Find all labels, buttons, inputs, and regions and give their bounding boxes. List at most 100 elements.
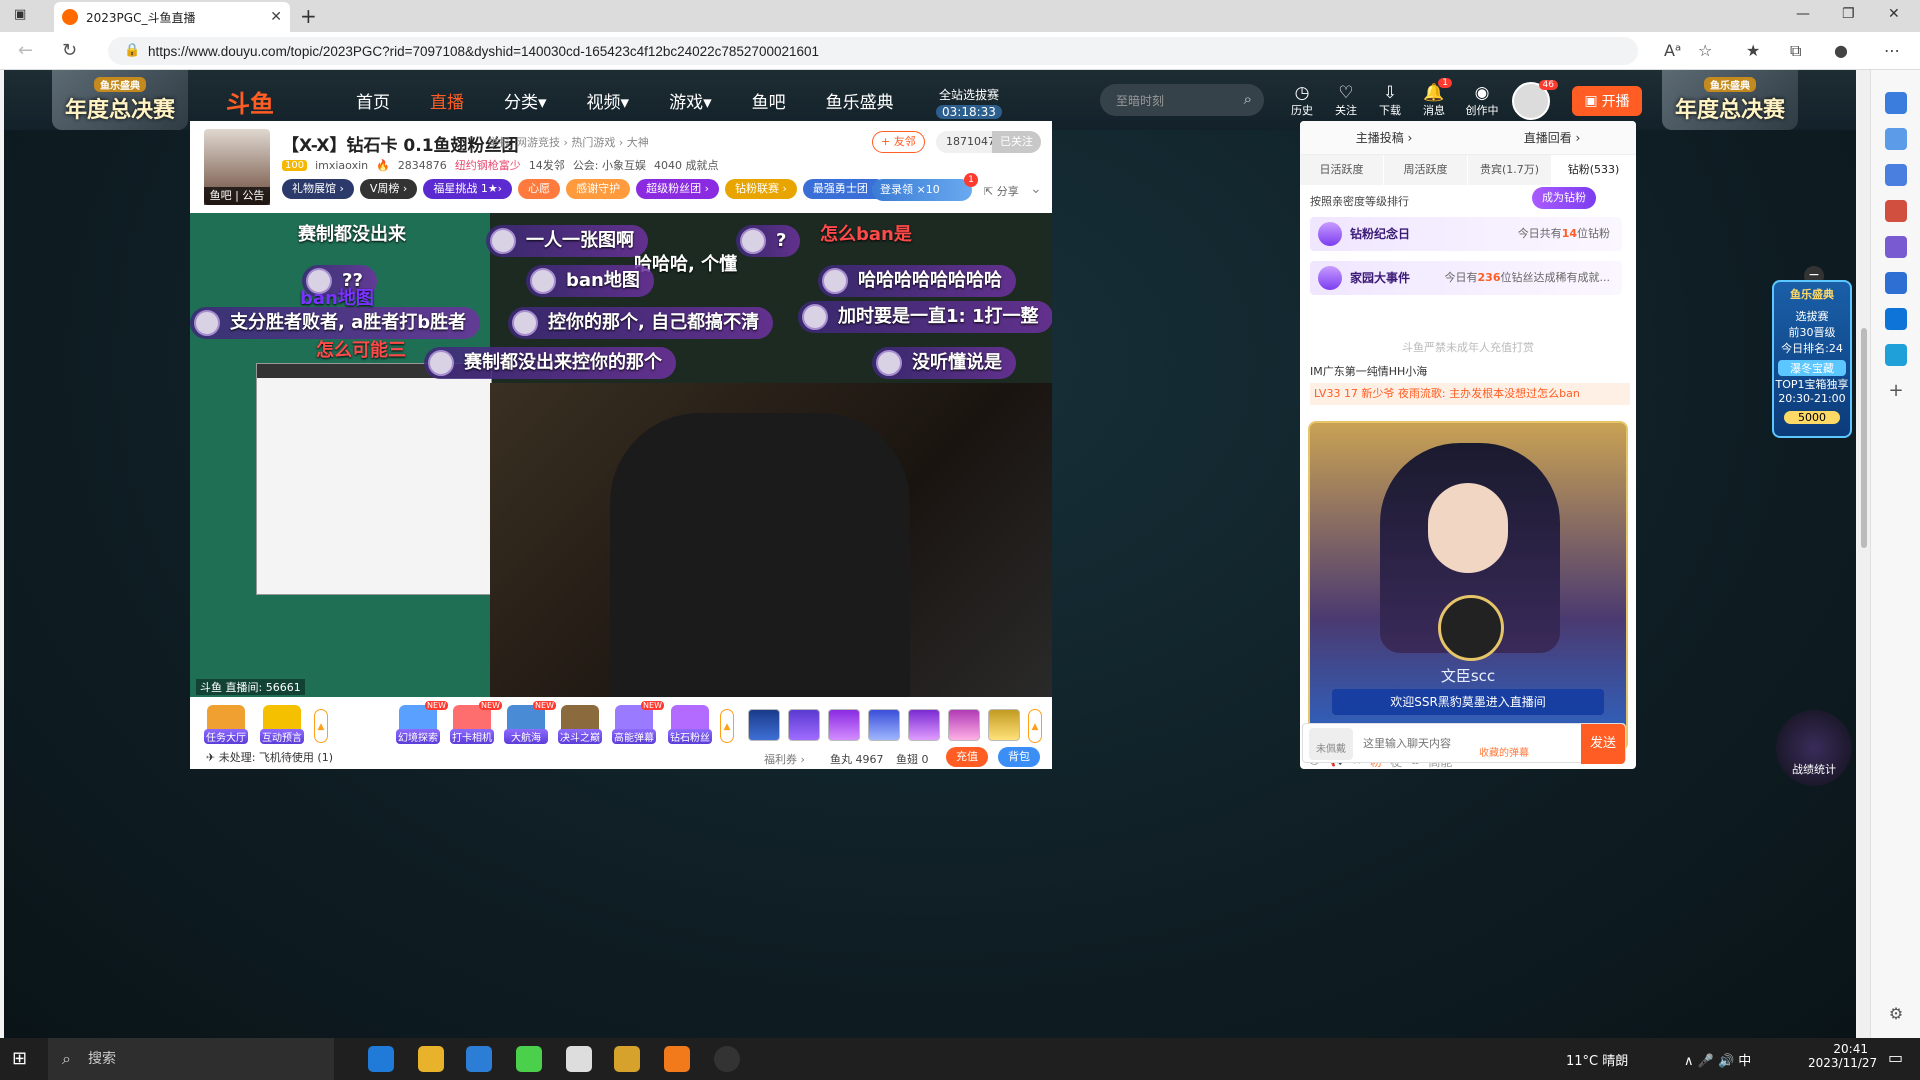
games-icon[interactable] — [1885, 236, 1907, 258]
outlook-icon[interactable] — [1885, 308, 1907, 330]
start-live-button[interactable]: ▣ 开播 — [1572, 86, 1642, 116]
badge-lucky-star[interactable]: 福星挑战 1★› — [423, 179, 513, 199]
gift-slot-icon[interactable] — [868, 709, 900, 741]
shopping-icon[interactable] — [1885, 164, 1907, 186]
follow-button[interactable]: ♡ 关注 — [1326, 84, 1366, 118]
gift-duel[interactable]: 决斗之巅 — [558, 705, 602, 744]
welfare-coupon-link[interactable]: 福利券 › — [764, 751, 805, 767]
live-replay-link[interactable]: 直播回看 › — [1524, 129, 1581, 146]
add-friend-button[interactable]: + 友邻 — [872, 131, 925, 153]
festival-side-ad[interactable]: 鱼乐盛典 选拔赛 前30晋级 今日排名:24 瀑冬宝藏 TOP1宝箱独享 20:… — [1772, 280, 1852, 438]
notifications-icon[interactable] — [1885, 92, 1907, 114]
tab-vip[interactable]: 贵宾(1.7万) — [1468, 155, 1552, 185]
tab-daily-activity[interactable]: 日活跃度 — [1300, 155, 1384, 185]
menu-icon[interactable]: ⋯ — [1884, 41, 1900, 60]
restore-icon[interactable]: ❐ — [1842, 6, 1855, 22]
read-aloud-icon[interactable]: Aᵃ — [1664, 41, 1681, 60]
kook-app-icon[interactable] — [516, 1046, 542, 1072]
badge-guard[interactable]: 感谢守护 — [566, 179, 631, 199]
gift-slot-icon[interactable] — [788, 709, 820, 741]
tab-weekly-activity[interactable]: 周活跃度 — [1384, 155, 1468, 185]
pending-items[interactable]: ✈ 未处理: 飞机待使用 (1) — [206, 749, 333, 765]
new-tab-icon[interactable]: + — [300, 4, 317, 28]
saved-danmaku-link[interactable]: 收藏的弹幕 — [1479, 744, 1529, 759]
login-prize-button[interactable]: 登录领 ×10 1 — [872, 173, 978, 201]
nav-live[interactable]: 直播 — [430, 88, 464, 113]
windows-start-icon[interactable]: ⊞ — [12, 1048, 27, 1069]
selection-countdown[interactable]: 全站选拔赛 03:18:33 — [936, 86, 1002, 119]
search-sidebar-icon[interactable] — [1885, 128, 1907, 150]
expand-mid-icon[interactable]: ▲ — [720, 709, 734, 743]
store-app-icon[interactable] — [466, 1046, 492, 1072]
battle-stats-button[interactable]: 战绩统计 — [1776, 710, 1852, 786]
share-button[interactable]: ⇱ 分享 — [984, 183, 1019, 199]
gift-dream-explore[interactable]: 幻境探索 NEW — [396, 701, 448, 744]
room-category[interactable]: 网游竞技 › 热门游戏 › 大神 — [516, 134, 649, 150]
recharge-button[interactable]: 充值 — [946, 747, 988, 767]
anchor-avatar[interactable]: 鱼吧 | 公告 — [204, 129, 270, 205]
nav-fishbar[interactable]: 鱼吧 — [752, 88, 786, 113]
office-icon[interactable] — [1885, 272, 1907, 294]
badge-diamond-league[interactable]: 钻粉联赛 › — [725, 179, 797, 199]
close-window-icon[interactable]: ✕ — [1888, 6, 1900, 22]
edge-app-icon[interactable] — [368, 1046, 394, 1072]
gift-checkin-camera[interactable]: 打卡相机 NEW — [450, 701, 502, 744]
minimize-icon[interactable]: — — [1796, 6, 1810, 22]
nav-home[interactable]: 首页 — [356, 88, 390, 113]
badge-v-weekly[interactable]: V周榜 › — [359, 179, 418, 199]
profile-icon[interactable]: ● — [1834, 41, 1848, 60]
gift-task-hall[interactable]: 任务大厅 — [204, 705, 248, 744]
finals-banner-right[interactable]: 鱼乐盛典 年度总决赛 — [1662, 70, 1798, 130]
send-button[interactable]: 发送 — [1581, 724, 1625, 764]
video-player[interactable]: 赛制都没出来 一人一张图啊 ? 怎么ban是 哈哈哈, 个懂 ?? ban地图 … — [190, 213, 1052, 697]
gift-diamond-fan[interactable]: 钻石粉丝 — [668, 705, 712, 744]
gift-slot-icon[interactable] — [748, 709, 780, 741]
nav-festival[interactable]: 鱼乐盛典 — [826, 88, 894, 113]
badge-gift-hall[interactable]: 礼物展馆 › — [282, 179, 354, 199]
favorites-icon[interactable]: ★ — [1746, 41, 1760, 60]
gift-hyper-danmaku[interactable]: 高能弹幕 NEW — [612, 701, 664, 744]
expand-right-icon[interactable]: ▲ — [1028, 709, 1042, 743]
system-tray[interactable]: ∧ 🎤 🔊 中 — [1684, 1050, 1751, 1069]
collections-icon[interactable]: ⧉ — [1790, 41, 1801, 61]
report-link[interactable]: 举报 — [488, 134, 510, 150]
fan-badge-slot[interactable]: 未佩戴 — [1309, 728, 1353, 760]
add-sidebar-icon[interactable]: + — [1885, 380, 1907, 402]
browser-tab[interactable]: 2023PGC_斗鱼直播 ✕ — [54, 2, 290, 32]
guild-info[interactable]: 公会: 小象互娱 — [573, 157, 646, 173]
anchor-name[interactable]: imxiaoxin — [315, 159, 368, 172]
page-scrollbar[interactable] — [1858, 70, 1870, 1038]
ad-treasure-button[interactable]: 瀑冬宝藏 — [1778, 360, 1846, 376]
bag-button[interactable]: 背包 — [998, 747, 1040, 767]
download-button[interactable]: ⇩ 下载 — [1370, 84, 1410, 118]
gift-slot-icon[interactable] — [988, 709, 1020, 741]
message-button[interactable]: 🔔 消息 1 — [1414, 78, 1454, 118]
become-diamond-fan-button[interactable]: 成为钻粉 — [1532, 187, 1596, 209]
gift-slot-icon[interactable] — [948, 709, 980, 741]
badge-super-fans[interactable]: 超级粉丝团 › — [636, 179, 719, 199]
recorder-app-icon[interactable] — [714, 1046, 740, 1072]
nav-video[interactable]: 视频▾ — [587, 88, 630, 113]
achievement-points[interactable]: 4040 成就点 — [654, 157, 719, 173]
anchor-submission-link[interactable]: 主播投稿 › — [1356, 129, 1413, 146]
file-explorer-icon[interactable] — [418, 1046, 444, 1072]
douyu-app-icon[interactable] — [664, 1046, 690, 1072]
taskbar-search[interactable]: ⌕ 搜索 — [48, 1038, 334, 1080]
avatar-caption[interactable]: 鱼吧 | 公告 — [204, 187, 270, 205]
notification-center-icon[interactable]: ▭ — [1888, 1048, 1903, 1067]
expand-left-icon[interactable]: ▲ — [314, 709, 328, 743]
history-button[interactable]: ◷ 历史 — [1282, 84, 1322, 118]
telegram-icon[interactable] — [1885, 344, 1907, 366]
tab-actions-icon[interactable]: ▣ — [14, 7, 26, 22]
douyu-logo[interactable]: 斗鱼 — [226, 84, 274, 119]
scrollbar-thumb[interactable] — [1861, 328, 1867, 548]
gift-voyage[interactable]: 大航海 NEW — [504, 701, 556, 744]
finals-banner-left[interactable]: 鱼乐盛典 年度总决赛 — [52, 70, 188, 130]
weather-widget[interactable]: 11°C 晴朗 — [1566, 1050, 1628, 1069]
gift-slot-icon[interactable] — [828, 709, 860, 741]
nav-game[interactable]: 游戏▾ — [669, 88, 712, 113]
badge-wish[interactable]: 心愿 — [518, 179, 561, 199]
anchor-tag[interactable]: 纽约钢枪富少 — [455, 157, 521, 173]
feather-app-icon[interactable] — [566, 1046, 592, 1072]
gift-slot-icon[interactable] — [908, 709, 940, 741]
